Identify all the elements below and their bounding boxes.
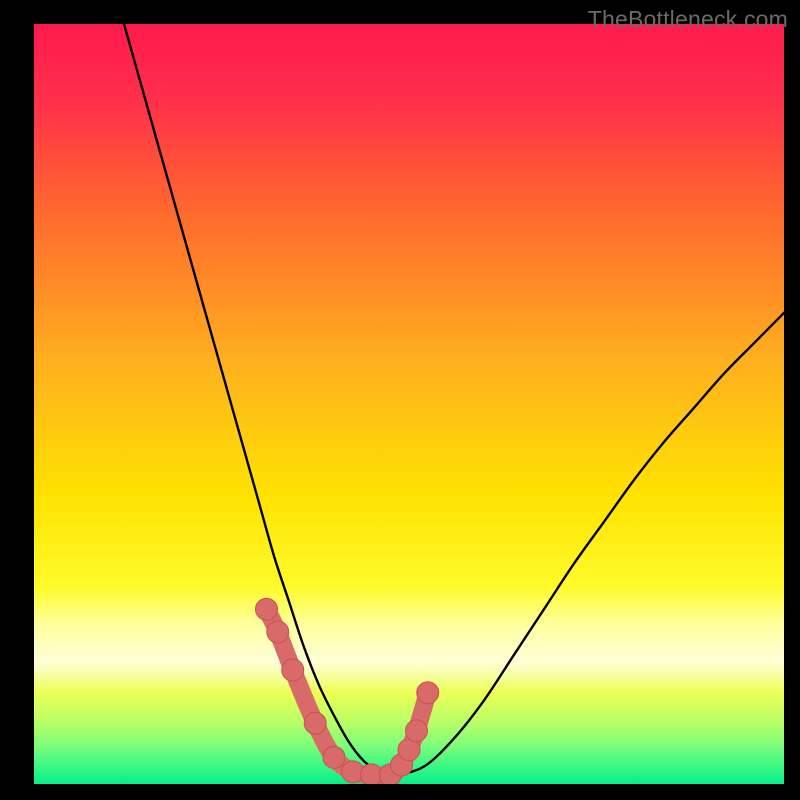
marker-dot: [406, 720, 428, 742]
bottleneck-curve: [124, 24, 784, 775]
chart-frame: TheBottleneck.com: [0, 0, 800, 800]
marker-dot: [304, 712, 326, 734]
marker-dot: [282, 659, 304, 681]
curve-layer: [34, 24, 784, 784]
marker-dot: [323, 746, 345, 768]
highlight-markers: [256, 598, 439, 784]
marker-dot: [267, 621, 289, 643]
watermark-text: TheBottleneck.com: [588, 6, 788, 33]
marker-dot: [256, 598, 278, 620]
marker-dot: [417, 682, 439, 704]
plot-area: [34, 24, 784, 784]
